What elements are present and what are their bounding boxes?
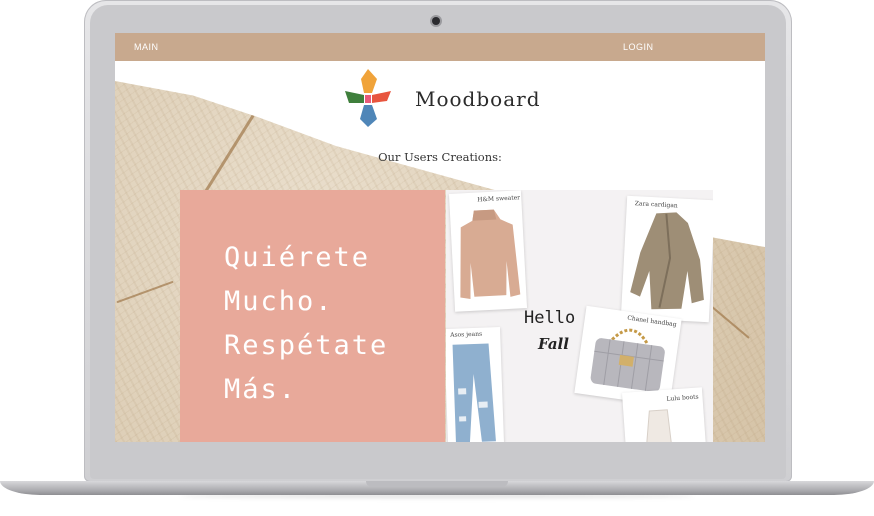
top-nav-bar: MAIN LOGIN bbox=[115, 33, 765, 61]
quote-line-3: Respétate bbox=[224, 330, 389, 361]
collage-item-cardigan[interactable]: Zara cardigan bbox=[620, 195, 713, 323]
item-label: Asos jeans bbox=[450, 330, 483, 339]
brand-name: Moodboard bbox=[415, 87, 541, 111]
nav-login-link[interactable]: LOGIN bbox=[623, 42, 654, 52]
laptop-notch bbox=[366, 481, 508, 487]
quote-panel: Quiérete Mucho. Respétate Más. bbox=[180, 190, 445, 442]
quote-line-1: Quiérete bbox=[224, 242, 371, 273]
fall-text: Fall bbox=[538, 335, 569, 353]
fashion-collage: H&M sweater Zara cardigan Asos jeans Cha… bbox=[446, 190, 713, 442]
collage-item-jeans[interactable]: Asos jeans bbox=[446, 327, 505, 442]
sweater-image bbox=[460, 209, 521, 299]
cardigan-image bbox=[630, 212, 704, 310]
webcam-icon bbox=[432, 17, 440, 25]
laptop-screen: MAIN LOGIN Moodboard Our Users Creations… bbox=[115, 33, 765, 442]
collage-item-boots[interactable]: Lulu boots bbox=[622, 387, 706, 442]
nav-main-link[interactable]: MAIN bbox=[134, 42, 159, 52]
section-title: Our Users Creations: bbox=[378, 150, 502, 164]
moodboard-logo-icon bbox=[345, 69, 391, 127]
twig-decoration bbox=[116, 280, 174, 304]
quote-line-2: Mucho. bbox=[224, 286, 334, 317]
twig-decoration bbox=[710, 305, 750, 339]
hello-text: Hello bbox=[524, 308, 576, 328]
quote-line-4: Más. bbox=[224, 374, 298, 405]
jeans-image bbox=[452, 343, 496, 442]
collage-item-sweater[interactable]: H&M sweater bbox=[448, 190, 528, 312]
